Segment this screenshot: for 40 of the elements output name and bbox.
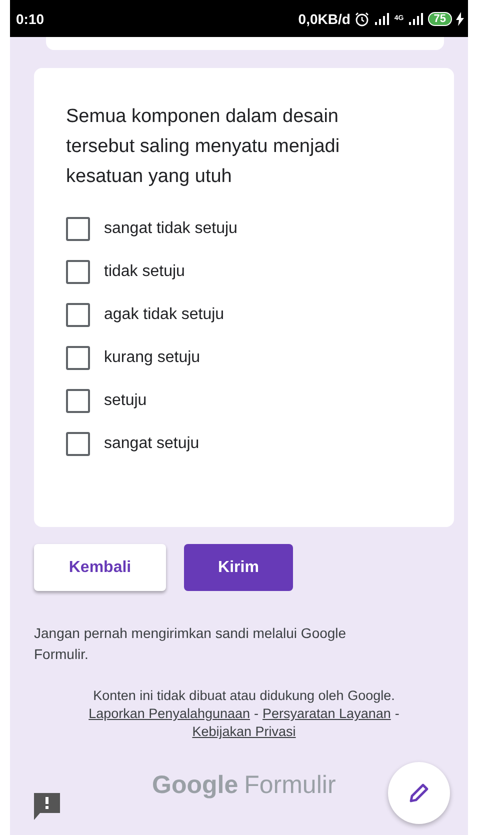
battery-level: 75 <box>428 12 452 26</box>
checkbox[interactable] <box>66 260 90 284</box>
checkbox[interactable] <box>66 217 90 241</box>
checkbox-option[interactable]: tidak setuju <box>66 260 185 284</box>
edit-button[interactable] <box>388 762 450 824</box>
checkbox-option[interactable]: sangat setuju <box>66 432 200 456</box>
password-warning: Jangan pernah mengirimkan sandi melalui Google Formulir. <box>34 624 348 664</box>
clock-time: 0:10 <box>16 10 44 26</box>
option-label: sangat setuju <box>104 435 200 453</box>
report-abuse-link[interactable]: Laporkan Penyalahgunaan <box>88 705 250 723</box>
privacy-link[interactable]: Kebijakan Privasi <box>192 723 296 741</box>
charging-icon <box>456 12 464 26</box>
signal-icon <box>408 12 424 24</box>
feedback-icon[interactable] <box>34 793 60 820</box>
checkbox[interactable] <box>66 389 90 413</box>
back-button[interactable]: Kembali <box>34 544 166 591</box>
terms-link[interactable]: Persyaratan Layanan <box>262 705 391 723</box>
logo-product: Formulir <box>244 771 336 800</box>
logo-brand: Google <box>152 771 238 800</box>
separator: - <box>394 705 400 723</box>
pencil-icon <box>408 782 430 804</box>
checkbox-option[interactable]: setuju <box>66 389 147 413</box>
option-label: tidak setuju <box>104 263 185 281</box>
submit-button[interactable]: Kirim <box>184 544 293 591</box>
checkbox[interactable] <box>66 346 90 370</box>
option-label: setuju <box>104 392 147 410</box>
signal-icon <box>374 12 390 24</box>
disclaimer-text: Konten ini tidak dibuat atau didukung oleh Google. <box>93 687 395 705</box>
separator: - <box>254 705 259 723</box>
checkbox-option[interactable]: kurang setuju <box>66 346 200 370</box>
option-label: agak tidak setuju <box>104 306 224 324</box>
checkbox[interactable] <box>66 432 90 456</box>
question-title: Semua komponen dalam desain tersebut saling menyatu menjadi kesatuan yang utuh <box>66 105 341 189</box>
checkbox-option[interactable]: agak tidak setuju <box>66 303 224 327</box>
checkbox-option[interactable]: sangat tidak setuju <box>66 217 238 241</box>
alarm-icon <box>354 10 370 26</box>
option-label: kurang setuju <box>104 349 200 367</box>
data-rate: 0,0KB/d <box>298 10 350 26</box>
checkbox[interactable] <box>66 303 90 327</box>
option-label: sangat tidak setuju <box>104 220 238 238</box>
